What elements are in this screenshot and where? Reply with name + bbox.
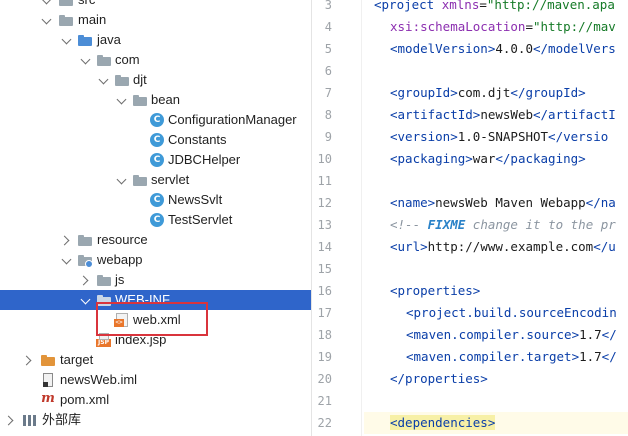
line-number: 17 (317, 306, 332, 320)
package-icon (96, 50, 112, 70)
package-icon (132, 170, 148, 190)
project-tree: src main java com djt bean (0, 0, 311, 436)
package-icon (114, 70, 130, 90)
tree-item-web-inf[interactable]: WEB-INF (0, 290, 311, 310)
source-folder-icon (77, 30, 93, 50)
code-editor[interactable]: 3 4 5 6 7 8 9 10 11 12 13 14 15 16 17 18… (311, 0, 628, 436)
line-number: 6 (324, 64, 332, 78)
chevron-down-icon[interactable] (117, 170, 127, 190)
chevron-down-icon[interactable] (62, 250, 72, 270)
line-number: 21 (317, 394, 332, 408)
code-line-22: <dependencies> (390, 415, 496, 430)
tree-item-main[interactable]: main (0, 10, 311, 30)
line-number-gutter: 3 4 5 6 7 8 9 10 11 12 13 14 15 16 17 18… (312, 0, 364, 436)
xml-file-icon (114, 310, 130, 330)
line-number: 5 (324, 42, 332, 56)
tree-item-jdbchelper[interactable]: JDBCHelper (0, 150, 311, 170)
tree-item-external-libraries[interactable]: 外部库 (0, 410, 311, 430)
line-number: 14 (317, 240, 332, 254)
excluded-folder-icon (40, 350, 56, 370)
code-line-17: <project.build.sourceEncodin (406, 305, 617, 320)
line-number: 22 (317, 416, 332, 430)
folder-icon (96, 290, 112, 310)
code-line-14: <url>http://www.example.com</u (390, 239, 616, 254)
line-number: 4 (324, 20, 332, 34)
tree-item-java[interactable]: java (0, 30, 311, 50)
line-number: 8 (324, 108, 332, 122)
line-number: 3 (324, 0, 332, 12)
line-number: 18 (317, 328, 332, 342)
line-number: 15 (317, 262, 332, 276)
tree-item-webapp[interactable]: webapp (0, 250, 311, 270)
code-line-10: <packaging>war</packaging> (390, 151, 586, 166)
tree-item-com[interactable]: com (0, 50, 311, 70)
chevron-right-icon[interactable] (62, 230, 72, 250)
code-line-9: <version>1.0-SNAPSHOT</versio (390, 129, 609, 144)
line-number: 19 (317, 350, 332, 364)
maven-file-icon (40, 390, 56, 410)
class-icon (149, 150, 165, 170)
tree-item-web-xml[interactable]: web.xml (0, 310, 311, 330)
chevron-down-icon[interactable] (81, 50, 91, 70)
web-folder-icon (77, 250, 93, 270)
tree-item-constants[interactable]: Constants (0, 130, 311, 150)
folder-icon (58, 10, 74, 30)
class-icon (149, 110, 165, 130)
chevron-down-icon[interactable] (99, 70, 109, 90)
tree-item-djt[interactable]: djt (0, 70, 311, 90)
code-line-18: <maven.compiler.source>1.7</ (406, 327, 617, 342)
line-number: 11 (317, 174, 332, 188)
chevron-right-icon[interactable] (24, 350, 34, 370)
chevron-down-icon[interactable] (42, 0, 52, 10)
chevron-down-icon[interactable] (81, 290, 91, 310)
chevron-down-icon[interactable] (62, 30, 72, 50)
tree-item-js[interactable]: js (0, 270, 311, 290)
line-number: 16 (317, 284, 332, 298)
folder-icon (77, 230, 93, 250)
code-line-8: <artifactId>newsWeb</artifactI (390, 107, 616, 122)
chevron-down-icon[interactable] (42, 10, 52, 30)
line-number: 20 (317, 372, 332, 386)
line-number: 13 (317, 218, 332, 232)
line-number: 9 (324, 130, 332, 144)
chevron-down-icon[interactable] (117, 90, 127, 110)
tree-item-servlet[interactable]: servlet (0, 170, 311, 190)
code-line-16: <properties> (390, 283, 481, 298)
class-icon (149, 130, 165, 150)
chevron-right-icon[interactable] (6, 410, 16, 430)
tree-item-index-jsp[interactable]: index.jsp (0, 330, 311, 350)
line-number: 12 (317, 196, 332, 210)
tree-item-bean[interactable]: bean (0, 90, 311, 110)
tree-item-configurationmanager[interactable]: ConfigurationManager (0, 110, 311, 130)
code-line-19: <maven.compiler.target>1.7</ (406, 349, 617, 364)
code-line-12: <name>newsWeb Maven Webapp</na (390, 195, 616, 210)
library-icon (22, 410, 38, 430)
tree-item-resource[interactable]: resource (0, 230, 311, 250)
folder-icon (96, 270, 112, 290)
jsp-file-icon (96, 330, 112, 350)
tree-item-testservlet[interactable]: TestServlet (0, 210, 311, 230)
package-icon (132, 90, 148, 110)
code-area[interactable]: <project xmlns="http://maven.apa xsi:sch… (374, 0, 628, 436)
class-icon (149, 190, 165, 210)
tree-item-pom-xml[interactable]: pom.xml (0, 390, 311, 410)
tree-item-newssvlt[interactable]: NewsSvlt (0, 190, 311, 210)
ide-window: src main java com djt bean (0, 0, 628, 436)
code-line-3: <project xmlns="http://maven.apa (374, 0, 615, 12)
code-line-20: </properties> (390, 371, 488, 386)
tree-item-newsweb-iml[interactable]: newsWeb.iml (0, 370, 311, 390)
chevron-right-icon[interactable] (81, 270, 91, 290)
code-line-5: <modelVersion>4.0.0</modelVers (390, 41, 616, 56)
code-line-13: <!-- FIXME change it to the pr (390, 217, 616, 232)
tree-item-target[interactable]: target (0, 350, 311, 370)
iml-file-icon (40, 370, 56, 390)
line-number: 7 (324, 86, 332, 100)
tree-item-src[interactable]: src (0, 0, 311, 10)
fold-gutter-line (361, 0, 362, 436)
class-icon (149, 210, 165, 230)
folder-icon (58, 0, 74, 10)
line-number: 10 (317, 152, 332, 166)
code-line-4: xsi:schemaLocation="http://mav (390, 19, 616, 34)
code-line-7: <groupId>com.djt</groupId> (390, 85, 586, 100)
